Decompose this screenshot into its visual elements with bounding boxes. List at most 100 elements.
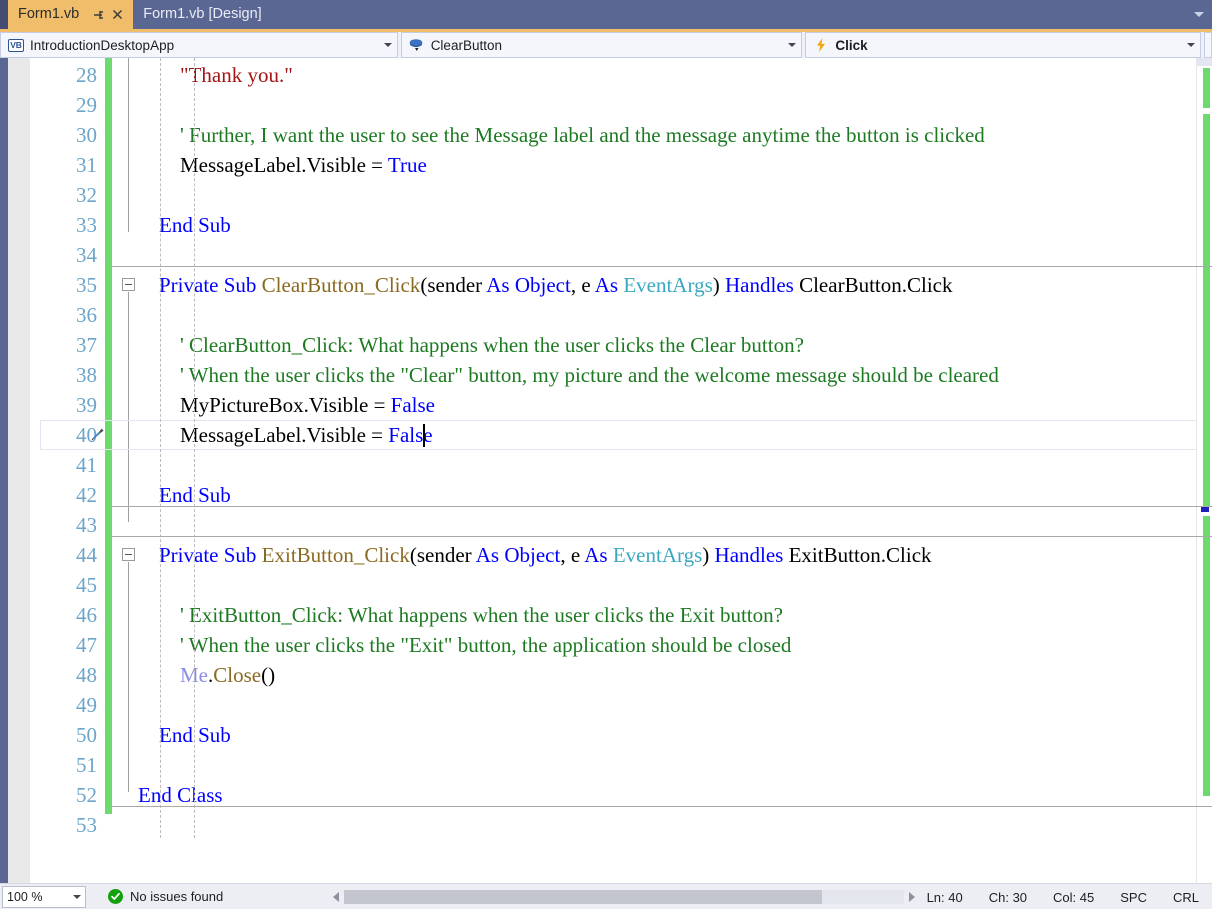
code-token: (sender (409, 543, 476, 567)
status-column-indicator: Col: 45 (1053, 889, 1095, 905)
line-number: 47 (76, 633, 97, 657)
indent-guide (160, 58, 161, 838)
text-caret (423, 424, 425, 447)
code-line[interactable]: MessageLabel.Visible = True (138, 150, 427, 180)
outlining-region-separator (112, 806, 1212, 807)
code-token: Private Sub (159, 273, 262, 297)
line-number: 51 (76, 753, 97, 777)
outlining-region-separator (112, 266, 1212, 267)
code-token: , e (560, 543, 585, 567)
code-token: False (388, 423, 433, 447)
line-number: 50 (76, 723, 97, 747)
tab-form1-vb-design[interactable]: Form1.vb [Design] (133, 0, 278, 29)
line-number: 30 (76, 123, 97, 147)
triangle-left-icon[interactable] (328, 888, 344, 906)
status-bar: 100 % No issues found Ln: 40 Ch: 30 Col:… (0, 883, 1212, 909)
code-token: ExitButton_Click (261, 543, 410, 567)
chevron-down-icon[interactable] (379, 43, 397, 47)
code-token: False (390, 393, 435, 417)
selection-margin[interactable] (8, 58, 30, 883)
tab-form1-vb[interactable]: Form1.vb (8, 0, 134, 29)
status-bar-indicators: Ln: 40 Ch: 30 Col: 45 SPC CRL (914, 884, 1212, 909)
code-text-area[interactable]: "Thank you." ' Further, I want the user … (138, 58, 1212, 883)
horizontal-scrollbar-track[interactable] (344, 890, 904, 904)
line-number: 45 (76, 573, 97, 597)
code-line[interactable]: ' ExitButton_Click: What happens when th… (138, 600, 783, 630)
code-token: ' ExitButton_Click: What happens when th… (180, 603, 783, 627)
code-line[interactable]: Private Sub ClearButton_Click(sender As … (138, 270, 953, 300)
code-line[interactable]: End Sub (138, 210, 231, 240)
code-line[interactable]: ' ClearButton_Click: What happens when t… (138, 330, 804, 360)
tab-list-menu-button[interactable] (1186, 0, 1212, 29)
code-line[interactable]: Me.Close() (138, 660, 275, 690)
outlining-region-line (128, 292, 129, 522)
line-number: 43 (76, 513, 97, 537)
code-token: ' Further, I want the user to see the Me… (180, 123, 985, 147)
outlining-region-line (128, 562, 129, 792)
code-line[interactable]: End Sub (138, 720, 231, 750)
editor-navigation-bar: VB IntroductionDesktopApp ClearButton Cl… (0, 32, 1212, 58)
status-line-indicator: Ln: 40 (926, 889, 963, 905)
close-icon[interactable] (109, 7, 125, 23)
code-token: Private Sub (159, 543, 262, 567)
outlining-margin[interactable] (112, 58, 138, 883)
code-editor-surface[interactable]: 28 29 30 31 32 33 34 35 36 37 38 39 40 41 42 43 44 45 46 47… (0, 58, 1212, 883)
code-line[interactable]: ' Further, I want the user to see the Me… (138, 120, 985, 150)
code-line[interactable]: ' When the user clicks the "Clear" butto… (138, 360, 999, 390)
tab-label: Form1.vb (18, 6, 80, 23)
object-dropdown[interactable]: ClearButton (400, 32, 803, 58)
member-dropdown[interactable]: Click (805, 32, 1202, 58)
status-spaces-indicator: SPC (1120, 889, 1147, 905)
outlining-region-line (128, 58, 129, 232)
code-token: Object (514, 273, 571, 297)
horizontal-scrollbar[interactable] (328, 888, 920, 906)
pin-icon[interactable] (90, 7, 106, 23)
scrollbar-overview-margin[interactable] (1196, 58, 1212, 883)
issues-status[interactable]: No issues found (108, 889, 223, 904)
line-number: 34 (76, 243, 97, 267)
navbar-overflow-sliver[interactable] (1204, 32, 1212, 58)
project-dropdown[interactable]: VB IntroductionDesktopApp (0, 32, 398, 58)
project-dropdown-value: IntroductionDesktopApp (30, 37, 175, 53)
code-token: MyPictureBox.Visible = (180, 393, 391, 417)
chevron-down-icon[interactable] (1182, 43, 1200, 47)
vb-project-icon: VB (8, 38, 24, 52)
collapse-minus-icon[interactable] (122, 548, 135, 561)
zoom-level-dropdown[interactable]: 100 % (2, 885, 86, 908)
overview-top-indicator (1196, 58, 1212, 66)
line-number: 37 (76, 333, 97, 357)
change-tracking-unsaved (105, 58, 112, 814)
visual-studio-code-editor-window: Form1.vb Form1.vb [Design] VB Introducti… (0, 0, 1212, 909)
code-token: (sender (420, 273, 487, 297)
outlining-region-separator (112, 506, 1212, 507)
code-token: MessageLabel.Visible = (180, 153, 388, 177)
screwdriver-quick-actions-icon[interactable] (88, 426, 106, 444)
code-line[interactable]: Private Sub ExitButton_Click(sender As O… (138, 540, 932, 570)
code-line[interactable]: ' When the user clicks the "Exit" button… (138, 630, 791, 660)
member-dropdown-value: Click (835, 37, 868, 53)
code-line[interactable]: "Thank you." (138, 60, 293, 90)
chevron-down-icon[interactable] (783, 43, 801, 47)
code-line[interactable]: MessageLabel.Visible = False (138, 420, 433, 450)
code-token: ClearButton_Click (261, 273, 421, 297)
horizontal-scrollbar-thumb[interactable] (344, 890, 822, 904)
code-line[interactable]: MyPictureBox.Visible = False (138, 390, 435, 420)
code-token: ) (702, 543, 715, 567)
line-number-gutter: 28 29 30 31 32 33 34 35 36 37 38 39 40 41 42 43 44 45 46 47… (30, 58, 105, 883)
line-number: 48 (76, 663, 97, 687)
code-token: MessageLabel.Visible = (180, 423, 389, 447)
collapse-minus-icon[interactable] (122, 278, 135, 291)
line-number: 42 (76, 483, 97, 507)
code-token: EventArgs (623, 273, 713, 297)
check-circle-icon (108, 889, 123, 904)
chevron-down-icon (1194, 12, 1204, 17)
issues-status-label: No issues found (130, 889, 224, 904)
code-token: Object (504, 543, 561, 567)
